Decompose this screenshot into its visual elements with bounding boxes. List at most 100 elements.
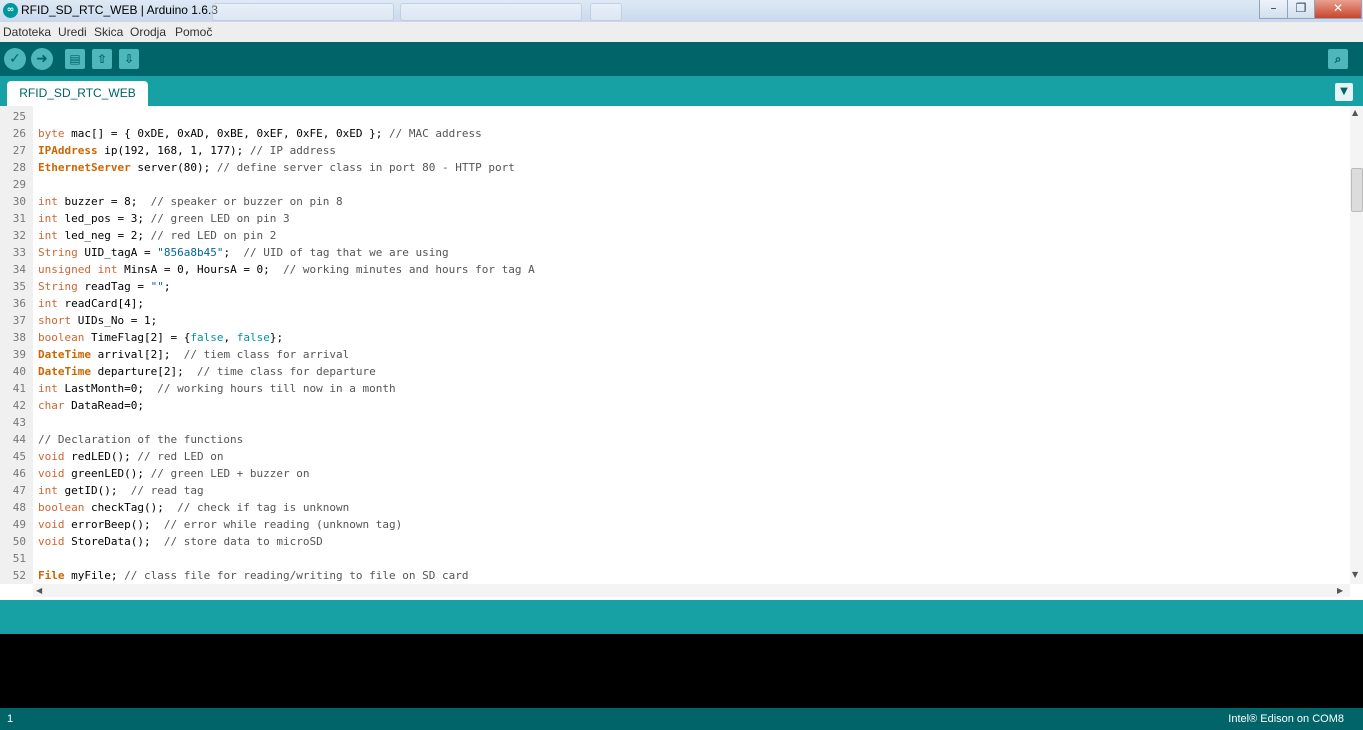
line-number: 33 bbox=[12, 246, 26, 259]
close-button[interactable]: ✕ bbox=[1314, 0, 1362, 19]
code-token: EthernetServer bbox=[38, 161, 131, 174]
status-board-port: Intel® Edison on COM8 bbox=[1228, 713, 1344, 725]
code-token: void bbox=[38, 467, 65, 480]
code-line[interactable]: 28 EthernetServer server(80); // define s… bbox=[0, 159, 1350, 176]
tab-menu-chevron-down-icon[interactable]: ▼ bbox=[1335, 83, 1353, 101]
code-line[interactable]: 26 byte mac[] = { 0xDE, 0xAD, 0xBE, 0xEF,… bbox=[0, 125, 1350, 142]
code-token: LastMonth=0; bbox=[57, 382, 158, 395]
scroll-right-icon[interactable]: ▶ bbox=[1337, 586, 1343, 596]
maximize-button[interactable]: ❐ bbox=[1287, 0, 1315, 19]
open-sketch-button[interactable]: ⇧ bbox=[92, 49, 112, 69]
code-line[interactable]: 25 bbox=[0, 108, 1350, 125]
minimize-button[interactable]: – bbox=[1259, 0, 1288, 19]
horizontal-scrollbar[interactable]: ◀ ▶ bbox=[33, 584, 1350, 597]
console-output[interactable] bbox=[0, 634, 1363, 708]
line-number: 42 bbox=[12, 399, 26, 412]
code-token: // read tag bbox=[130, 484, 204, 497]
code-line[interactable]: 49 void errorBeep(); // error while readi… bbox=[0, 516, 1350, 533]
code-token: IPAddress bbox=[38, 144, 98, 157]
upload-button[interactable]: ➜ bbox=[31, 48, 53, 70]
save-sketch-button[interactable]: ⇩ bbox=[119, 49, 139, 69]
line-number: 37 bbox=[12, 314, 26, 327]
code-line[interactable]: 37 short UIDs_No = 1; bbox=[0, 312, 1350, 329]
code-line[interactable]: 46 void greenLED(); // green LED + buzzer… bbox=[0, 465, 1350, 482]
code-token: false bbox=[190, 331, 224, 344]
menu-item-uredi[interactable]: Uredi bbox=[58, 25, 87, 39]
code-text: int led_pos = 3; // green LED on pin 3 bbox=[38, 210, 290, 227]
code-token: int bbox=[38, 195, 58, 208]
menu-item-pomoc[interactable]: Pomoč bbox=[175, 25, 212, 39]
menu-item-datoteka[interactable]: Datoteka bbox=[3, 25, 51, 39]
code-line[interactable]: 36 int readCard[4]; bbox=[0, 295, 1350, 312]
code-text: boolean checkTag(); // check if tag is u… bbox=[38, 499, 349, 516]
code-token: StoreData(); bbox=[64, 535, 164, 548]
code-token: , bbox=[223, 331, 237, 344]
code-line[interactable]: 43 bbox=[0, 414, 1350, 431]
code-token: // green LED on pin 3 bbox=[150, 212, 290, 225]
code-line[interactable]: 51 bbox=[0, 550, 1350, 567]
code-line[interactable]: 39 DateTime arrival[2]; // tiem class for… bbox=[0, 346, 1350, 363]
code-token: byte bbox=[38, 127, 65, 140]
status-bar: 1 Intel® Edison on COM8 bbox=[0, 708, 1363, 730]
code-line[interactable]: 44 // Declaration of the functions bbox=[0, 431, 1350, 448]
scroll-down-icon[interactable]: ▼ bbox=[1352, 570, 1358, 580]
line-number: 43 bbox=[12, 416, 26, 429]
code-text: String readTag = ""; bbox=[38, 278, 170, 295]
code-text: int led_neg = 2; // red LED on pin 2 bbox=[38, 227, 276, 244]
code-text: byte mac[] = { 0xDE, 0xAD, 0xBE, 0xEF, 0… bbox=[38, 125, 482, 142]
code-line[interactable]: 38 boolean TimeFlag[2] = {false, false}; bbox=[0, 329, 1350, 346]
code-token: String bbox=[38, 280, 78, 293]
code-token: // red LED on pin 2 bbox=[150, 229, 277, 242]
code-line[interactable]: 47 int getID(); // read tag bbox=[0, 482, 1350, 499]
code-line[interactable]: 30 int buzzer = 8; // speaker or buzzer o… bbox=[0, 193, 1350, 210]
code-line[interactable]: 34 unsigned int MinsA = 0, HoursA = 0; //… bbox=[0, 261, 1350, 278]
code-token: // Declaration of the functions bbox=[38, 433, 244, 446]
vertical-scroll-thumb[interactable] bbox=[1351, 168, 1363, 212]
code-line[interactable]: 33 String UID_tagA = "856a8b45"; // UID o… bbox=[0, 244, 1350, 261]
code-token: // working minutes and hours for tag A bbox=[283, 263, 535, 276]
code-token: "856a8b45" bbox=[157, 246, 224, 259]
code-line[interactable]: 45 void redLED(); // red LED on bbox=[0, 448, 1350, 465]
code-token: myFile; bbox=[64, 569, 125, 582]
serial-monitor-button[interactable]: ⌕ bbox=[1328, 49, 1348, 69]
code-line[interactable]: 29 bbox=[0, 176, 1350, 193]
code-editor[interactable]: 25 26 byte mac[] = { 0xDE, 0xAD, 0xBE, 0xE… bbox=[0, 106, 1350, 584]
code-line[interactable]: 48 boolean checkTag(); // check if tag is… bbox=[0, 499, 1350, 516]
code-line[interactable]: 41 int LastMonth=0; // working hours till… bbox=[0, 380, 1350, 397]
code-token: ; bbox=[163, 280, 171, 293]
code-token: char bbox=[38, 399, 65, 412]
verify-button[interactable]: ✓ bbox=[4, 48, 26, 70]
line-number: 49 bbox=[12, 518, 26, 531]
code-token: DataRead=0; bbox=[64, 399, 144, 412]
line-number: 36 bbox=[12, 297, 26, 310]
background-window-tab bbox=[590, 3, 622, 21]
code-text: void errorBeep(); // error while reading… bbox=[38, 516, 402, 533]
line-number: 40 bbox=[12, 365, 26, 378]
code-line[interactable]: 52 File myFile; // class file for reading… bbox=[0, 567, 1350, 584]
code-token: checkTag(); bbox=[84, 501, 178, 514]
code-line[interactable]: 42 char DataRead=0; bbox=[0, 397, 1350, 414]
code-text: unsigned int MinsA = 0, HoursA = 0; // w… bbox=[38, 261, 535, 278]
code-text: char DataRead=0; bbox=[38, 397, 144, 414]
code-line[interactable]: 32 int led_neg = 2; // red LED on pin 2 bbox=[0, 227, 1350, 244]
scroll-left-icon[interactable]: ◀ bbox=[36, 586, 42, 596]
tab-sketch[interactable]: RFID_SD_RTC_WEB bbox=[7, 81, 148, 106]
new-sketch-button[interactable]: ▤ bbox=[65, 49, 85, 69]
code-token: // tiem class for arrival bbox=[183, 348, 350, 361]
code-token: getID(); bbox=[57, 484, 131, 497]
menu-item-orodja[interactable]: Orodja bbox=[130, 25, 166, 39]
window-title-bar: ∞ RFID_SD_RTC_WEB | Arduino 1.6.3 – ❐ ✕ bbox=[0, 0, 1363, 23]
code-text: DateTime arrival[2]; // tiem class for a… bbox=[38, 346, 349, 363]
code-line[interactable]: 40 DateTime departure[2]; // time class f… bbox=[0, 363, 1350, 380]
code-line[interactable]: 50 void StoreData(); // store data to mic… bbox=[0, 533, 1350, 550]
menu-item-skica[interactable]: Skica bbox=[94, 25, 123, 39]
code-line[interactable]: 35 String readTag = ""; bbox=[0, 278, 1350, 295]
code-text: File myFile; // class file for reading/w… bbox=[38, 567, 468, 584]
code-line[interactable]: 31 int led_pos = 3; // green LED on pin 3 bbox=[0, 210, 1350, 227]
code-line[interactable]: 27 IPAddress ip(192, 168, 1, 177); // IP … bbox=[0, 142, 1350, 159]
line-number: 47 bbox=[12, 484, 26, 497]
code-token: led_neg = 2; bbox=[57, 229, 151, 242]
scroll-up-icon[interactable]: ▲ bbox=[1352, 108, 1358, 118]
vertical-scrollbar[interactable]: ▲ ▼ bbox=[1350, 106, 1363, 584]
code-token: ; bbox=[223, 246, 244, 259]
